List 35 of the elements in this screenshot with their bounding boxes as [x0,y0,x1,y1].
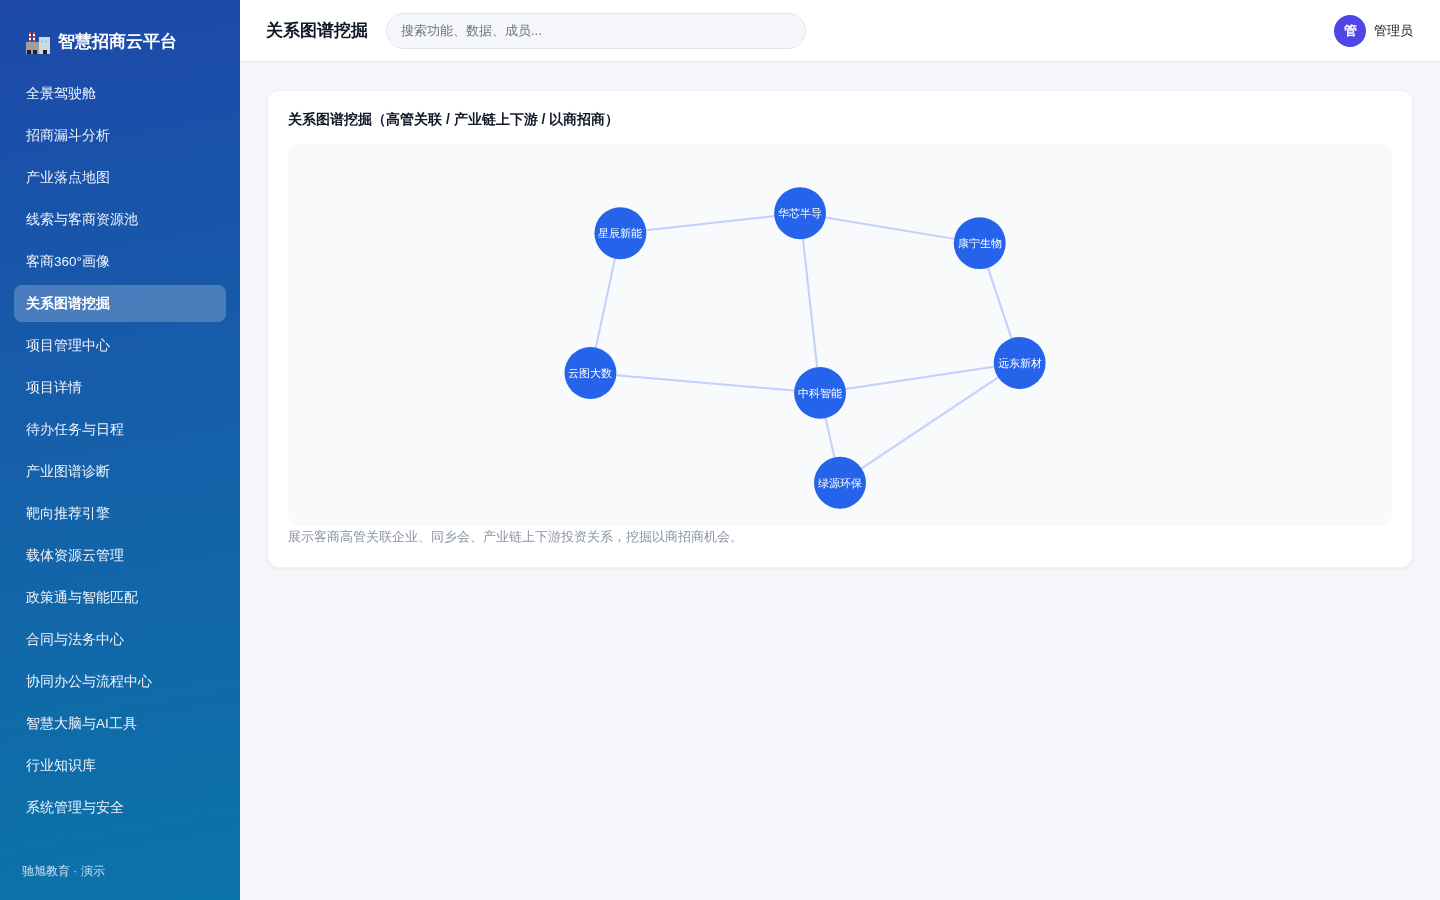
factory-icon [26,29,50,54]
user-avatar[interactable]: 管 [1334,14,1366,47]
user-name: 管理员 [1374,21,1413,40]
sidebar-item[interactable]: 待办任务与日程 [14,411,226,448]
sidebar-item[interactable]: 行业知识库 [14,747,226,784]
sidebar-item[interactable]: 智慧大脑与AI工具 [14,705,226,742]
sidebar-item[interactable]: 靶向推荐引擎 [14,495,226,532]
sidebar-item[interactable]: 招商漏斗分析 [14,117,226,154]
graph-node[interactable]: 云图大数 [564,347,617,399]
sidebar-item[interactable]: 产业落点地图 [14,159,226,196]
sidebar-item[interactable]: 项目详情 [14,369,226,406]
sidebar-item[interactable]: 合同与法务中心 [14,621,226,658]
page-title: 关系图谱挖掘 [266,19,368,42]
footer-text: 驰旭教育 · 演示 [22,864,105,878]
sidebar-item[interactable]: 全景驾驶舱 [14,75,226,112]
graph-edge [824,417,836,459]
sidebar-item[interactable]: 产业图谱诊断 [14,453,226,490]
sidebar-item[interactable]: 关系图谱挖掘 [14,285,226,322]
sidebar-item[interactable]: 政策通与智能匹配 [14,579,226,616]
graph-node[interactable]: 华芯半导 [774,187,827,240]
sidebar-item[interactable]: 系统管理与安全 [14,789,226,826]
app-title: 智慧招商云平台 [58,30,177,53]
graph-caption: 展示客商高管关联企业、同乡会、产业链上下游投资关系，挖掘以商招商机会。 [288,529,744,546]
sidebar-item[interactable]: 线索与客商资源池 [14,201,226,238]
search-field[interactable]: 搜索功能、数据、成员... [386,12,806,49]
graph-node[interactable]: 绿源环保 [814,456,866,509]
graph-node[interactable]: 康宁生物 [953,217,1006,270]
sidebar-item[interactable]: 客商360°画像 [14,243,226,280]
sidebar-item[interactable]: 协同办公与流程中心 [14,663,226,700]
sidebar-item[interactable]: 载体资源云管理 [14,537,226,574]
sidebar-item[interactable]: 项目管理中心 [14,327,226,364]
graph-node[interactable]: 中科智能 [794,366,846,419]
graph-node[interactable]: 远东新材 [993,337,1046,389]
graph-node[interactable]: 星辰新能 [594,207,647,260]
card-title: 关系图谱挖掘（高管关联 / 产业链上下游 / 以商招商） [288,110,621,129]
